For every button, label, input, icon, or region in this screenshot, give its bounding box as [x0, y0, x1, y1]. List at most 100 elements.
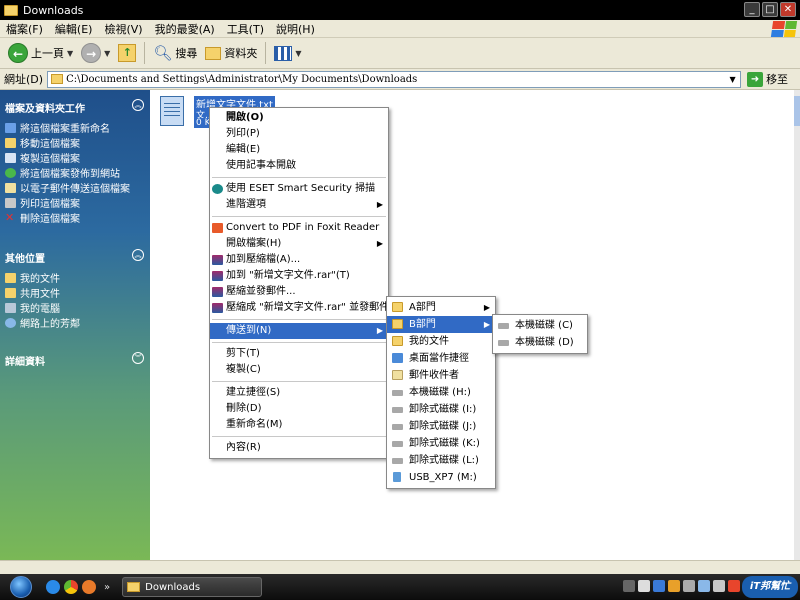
task-copy[interactable]: 複製這個檔案 — [5, 150, 80, 165]
menu-print[interactable]: 列印(P) — [210, 126, 388, 142]
collapse-icon[interactable]: ︽ — [132, 99, 144, 111]
context-menu: 開啟(O) 列印(P) 編輯(E) 使用記事本開啟 使用 ESET Smart … — [209, 107, 389, 459]
volume-icon[interactable] — [713, 580, 725, 592]
email-icon — [5, 182, 16, 193]
up-folder-button[interactable]: ↑ — [114, 42, 140, 64]
minimize-button[interactable]: _ — [744, 2, 760, 17]
text-file-icon[interactable] — [160, 96, 184, 126]
menu-open-notepad[interactable]: 使用記事本開啟 — [210, 158, 388, 174]
submenu-arrow-icon: ▶ — [376, 326, 383, 335]
network-icon — [5, 317, 16, 328]
menu-favorites[interactable]: 我的最愛(A) — [149, 21, 221, 37]
menu-add-rar[interactable]: 加到 "新增文字文件.rar"(T) — [210, 268, 388, 284]
task-rename[interactable]: 將這個檔案重新命名 — [5, 120, 110, 135]
address-dropdown-icon[interactable]: ▼ — [726, 73, 739, 86]
firefox-icon[interactable] — [82, 580, 96, 594]
start-button[interactable] — [10, 576, 32, 598]
maximize-button[interactable]: □ — [762, 2, 778, 17]
menu-label: 桌面當作捷徑 — [409, 353, 469, 364]
menu-file[interactable]: 檔案(F) — [0, 21, 49, 37]
menu-compress-email[interactable]: 壓縮並發郵件... — [210, 284, 388, 300]
menu-send-to[interactable]: 傳送到(N) ▶ — [210, 323, 388, 339]
sendto-b-dept[interactable]: B部門 ▶ — [387, 316, 495, 333]
menu-open[interactable]: 開啟(O) — [210, 110, 388, 126]
menu-rename[interactable]: 重新命名(M) — [210, 417, 388, 433]
window-title: Downloads — [23, 3, 84, 17]
details-section-title[interactable]: 詳細資料 — [5, 353, 45, 368]
forward-button[interactable]: → ▼ — [77, 41, 114, 65]
menu-edit-item[interactable]: 編輯(E) — [210, 142, 388, 158]
menu-view[interactable]: 檢視(V) — [98, 21, 148, 37]
up-folder-icon: ↑ — [118, 44, 137, 62]
search-button[interactable]: 🔍︎ 搜尋 — [149, 42, 201, 64]
sendto-drive-l[interactable]: 卸除式磁碟 (L:) — [387, 452, 495, 469]
winrar-icon — [212, 255, 223, 265]
sendto-my-documents[interactable]: 我的文件 — [387, 333, 495, 350]
search-label: 搜尋 — [175, 47, 198, 60]
close-button[interactable]: ✕ — [780, 2, 796, 17]
go-button[interactable]: ➜ 移至 — [747, 71, 788, 87]
views-button[interactable]: ▼ — [270, 44, 305, 63]
collapse-icon[interactable]: ︽ — [132, 249, 144, 261]
sendto-a-dept[interactable]: A部門 ▶ — [387, 299, 495, 316]
bdept-drive-d[interactable]: 本機磁碟 (D) — [493, 334, 587, 351]
menu-create-shortcut[interactable]: 建立捷徑(S) — [210, 385, 388, 401]
folders-button[interactable]: 資料夾 — [201, 43, 261, 63]
taskbar-downloads[interactable]: Downloads — [122, 577, 263, 597]
menu-tools[interactable]: 工具(T) — [221, 21, 270, 37]
menu-cut[interactable]: 剪下(T) — [210, 346, 388, 362]
tray-icon[interactable] — [683, 580, 695, 592]
forward-arrow-icon: → — [81, 43, 102, 63]
place-my-computer[interactable]: 我的電腦 — [5, 300, 60, 315]
sendto-drive-j[interactable]: 卸除式磁碟 (J:) — [387, 418, 495, 435]
task-delete[interactable]: ✕ 刪除這個檔案 — [5, 210, 80, 226]
sendto-desktop[interactable]: 桌面當作捷徑 — [387, 350, 495, 367]
menu-open-with[interactable]: 開啟檔案(H) ▶ — [210, 236, 388, 252]
sendto-drive-k[interactable]: 卸除式磁碟 (K:) — [387, 435, 495, 452]
chrome-icon[interactable] — [64, 580, 78, 594]
menu-advanced[interactable]: 進階選項 ▶ — [210, 197, 388, 213]
menu-help[interactable]: 說明(H) — [270, 21, 321, 37]
tray-icon[interactable] — [698, 580, 710, 592]
address-input[interactable]: C:\Documents and Settings\Administrator\… — [47, 70, 742, 88]
sendto-mail[interactable]: 郵件收件者 — [387, 367, 495, 384]
network-tray-icon[interactable] — [653, 580, 665, 592]
vertical-scrollbar[interactable] — [794, 90, 800, 560]
back-button[interactable]: ← 上一頁 ▼ — [4, 41, 77, 65]
task-print[interactable]: 列印這個檔案 — [5, 195, 80, 210]
toolbar: ← 上一頁 ▼ → ▼ ↑ 🔍︎ 搜尋 資料夾 ▼ — [0, 38, 800, 69]
task-email[interactable]: 以電子郵件傳送這個檔案 — [5, 180, 130, 195]
menu-eset-scan[interactable]: 使用 ESET Smart Security 掃描 — [210, 181, 388, 197]
sendto-usb-m[interactable]: USB_XP7 (M:) — [387, 469, 495, 486]
place-shared-documents[interactable]: 共用文件 — [5, 285, 60, 300]
tray-icon[interactable] — [668, 580, 680, 592]
tray-icon[interactable] — [728, 580, 740, 592]
menu-copy[interactable]: 複製(C) — [210, 362, 388, 378]
status-bar — [0, 560, 800, 574]
place-network[interactable]: 網路上的芳鄰 — [5, 315, 80, 330]
tasks-section-title[interactable]: 檔案及資料夾工作 — [5, 100, 85, 115]
menu-delete[interactable]: 刪除(D) — [210, 401, 388, 417]
scrollbar-thumb[interactable] — [794, 96, 800, 126]
task-publish[interactable]: 將這個檔案發佈到網站 — [5, 165, 120, 180]
place-my-documents[interactable]: 我的文件 — [5, 270, 60, 285]
help-tray-icon[interactable] — [638, 580, 650, 592]
menu-properties[interactable]: 內容(R) — [210, 440, 388, 456]
menu-edit[interactable]: 編輯(E) — [49, 21, 99, 37]
expand-icon[interactable]: ︾ — [132, 352, 144, 364]
tray-icon[interactable] — [623, 580, 635, 592]
menu-compress-rar-email[interactable]: 壓縮成 "新增文字文件.rar" 並發郵件 — [210, 300, 389, 316]
quick-launch-more-icon[interactable]: » — [104, 582, 110, 593]
bdept-drive-c[interactable]: 本機磁碟 (C) — [493, 317, 587, 334]
sendto-drive-h[interactable]: 本機磁碟 (H:) — [387, 384, 495, 401]
menu-label: 卸除式磁碟 (I:) — [409, 404, 477, 415]
sendto-drive-i[interactable]: 卸除式磁碟 (I:) — [387, 401, 495, 418]
address-path: C:\Documents and Settings\Administrator\… — [66, 73, 418, 85]
task-move[interactable]: 移動這個檔案 — [5, 135, 80, 150]
ie-icon[interactable] — [46, 580, 60, 594]
places-section-title[interactable]: 其他位置 — [5, 250, 45, 265]
menu-add-archive[interactable]: 加到壓縮檔(A)... — [210, 252, 388, 268]
place-label: 網路上的芳鄰 — [20, 319, 80, 330]
menu-foxit[interactable]: Convert to PDF in Foxit Reader — [210, 220, 388, 236]
menu-label: 本機磁碟 (D) — [515, 337, 574, 348]
